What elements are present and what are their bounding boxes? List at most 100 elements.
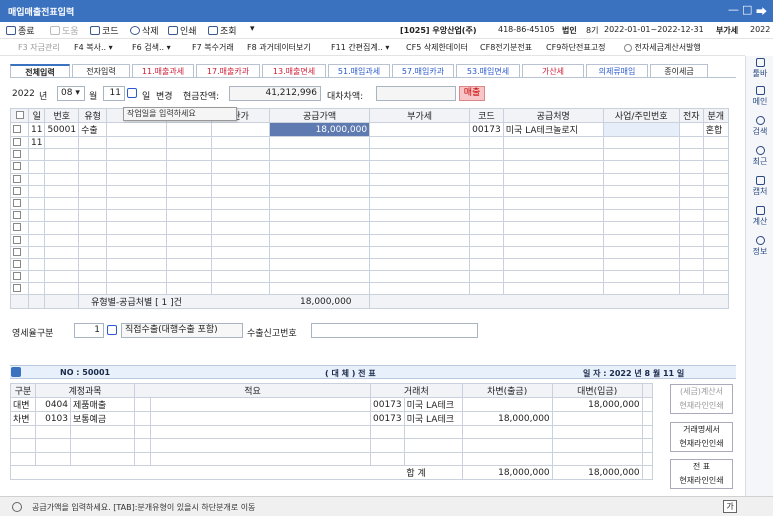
help-button[interactable]: 도움 xyxy=(50,24,79,37)
zero-rate-code-input[interactable]: 1 xyxy=(74,323,104,338)
sidebar-toolbar[interactable]: 툴바 xyxy=(746,58,773,79)
table-row[interactable] xyxy=(10,282,729,296)
fkey-prev-voucher[interactable]: CF8전기분전표 xyxy=(480,42,532,53)
table-row[interactable] xyxy=(10,424,653,440)
tab-sales-taxable[interactable]: 11.매출과세 xyxy=(132,64,194,78)
calculator-icon xyxy=(755,206,765,215)
tab-purchase-exempt[interactable]: 53.매입면세 xyxy=(456,64,520,78)
home-icon xyxy=(755,86,765,95)
table-row[interactable] xyxy=(10,221,729,235)
table-row[interactable] xyxy=(10,270,729,284)
input-mode-indicator[interactable]: 가 xyxy=(723,500,737,513)
table-row[interactable]: 11 50001 수출 18,000,000 00173 미국 LA테크놀로지 … xyxy=(10,122,729,137)
fkey-quick-sum[interactable]: F11 간편집계.. ▾ xyxy=(331,42,389,53)
sidebar-calculator[interactable]: 계산 xyxy=(746,206,773,227)
sidebar-search[interactable]: 검색 xyxy=(746,116,773,137)
code-button[interactable]: 코드 xyxy=(90,24,119,37)
company-name: [1025] 우앙산업(주) xyxy=(400,26,477,35)
fkey-search[interactable]: F6 검색.. ▾ xyxy=(132,42,171,53)
business-number: 418-86-45105 xyxy=(498,25,555,34)
sidebar-info[interactable]: 정보 xyxy=(746,236,773,257)
tab-deemed-purchase[interactable]: 의제류매입 xyxy=(586,64,648,78)
col-memo: 적요 xyxy=(134,383,371,398)
balance-diff-label: 대차차액: xyxy=(327,92,364,102)
status-bar: 공급가액을 입력하세요. [TAB]:분개유형이 있을시 하단분개로 이동 가 xyxy=(0,496,773,516)
day-input[interactable]: 11 xyxy=(103,86,125,101)
print-button[interactable]: 인쇄 xyxy=(168,24,197,37)
col-debit: 차변(출금) xyxy=(461,383,553,398)
fkey-copy[interactable]: F4 복사.. ▾ xyxy=(74,42,113,53)
fiscal-year: 2022 xyxy=(750,25,771,34)
maximize-button[interactable]: □ xyxy=(742,3,752,16)
col-vat: 부가세 xyxy=(369,108,471,123)
export-no-input[interactable] xyxy=(311,323,478,338)
exit-button[interactable]: 종료 xyxy=(6,24,35,37)
sales-mode-button[interactable]: 매출 xyxy=(459,86,485,101)
table-row[interactable] xyxy=(10,196,729,211)
sidebar-capture[interactable]: 캡처 xyxy=(746,176,773,197)
entry-grid: 일 번호 유형 품목 수량 단가 공급가액 부가세 코드 공급처명 사업/주민번… xyxy=(10,108,729,310)
tax-invoice-print-button[interactable]: (세금)계산서 현재라인인쇄 xyxy=(670,384,733,414)
chevron-down-icon: ▾ xyxy=(75,88,80,98)
table-row[interactable] xyxy=(10,233,729,247)
fkey-e-tax-invoice[interactable]: 전자세금계산서발행 xyxy=(624,42,701,53)
tab-purchase-taxable[interactable]: 51.매입과세 xyxy=(328,64,390,78)
month-select[interactable]: 08 ▾ xyxy=(57,86,85,101)
delete-button[interactable]: 삭제 xyxy=(130,24,159,37)
table-row[interactable] xyxy=(10,172,729,186)
col-account: 계정과목 xyxy=(35,383,135,398)
year-label: 년 xyxy=(39,92,48,102)
message-icon xyxy=(12,502,22,512)
table-row[interactable] xyxy=(10,257,729,272)
row-checkbox[interactable] xyxy=(10,135,29,150)
select-all-checkbox[interactable] xyxy=(10,108,29,123)
calendar-icon[interactable] xyxy=(127,88,137,98)
tab-all-input[interactable]: 전체입력 xyxy=(10,64,70,78)
col-journal: 분개 xyxy=(702,108,729,123)
table-row[interactable]: 차변 0103 보통예금 00173 미국 LA테크 18,000,000 xyxy=(10,411,653,426)
tab-sales-card[interactable]: 17.매출카과 xyxy=(196,64,260,78)
tab-penalty-tax[interactable]: 가산세 xyxy=(522,64,584,78)
fkey-deleted-data[interactable]: CF5 삭제한데이터 xyxy=(406,42,468,53)
table-row[interactable] xyxy=(10,451,653,467)
menu-icon xyxy=(755,58,765,67)
row-checkbox[interactable] xyxy=(10,122,29,137)
cash-balance-value: 41,212,996 xyxy=(229,86,321,101)
voucher-print-button[interactable]: 전 표 현재라인인쇄 xyxy=(670,459,733,489)
expand-icon[interactable] xyxy=(11,367,21,377)
fkey-fund-mgmt[interactable]: F3 자금관리 xyxy=(18,42,60,53)
supply-amount-cell[interactable]: 18,000,000 xyxy=(269,122,371,137)
statement-print-button[interactable]: 거래명세서 현재라인인쇄 xyxy=(670,422,733,452)
table-row[interactable]: 대변 0404 제품매출 00173 미국 LA테크 18,000,000 xyxy=(10,397,653,412)
table-row[interactable] xyxy=(10,245,729,259)
camera-icon xyxy=(755,176,765,185)
table-row[interactable] xyxy=(10,438,653,453)
table-row[interactable]: 11 xyxy=(10,135,729,150)
fkey-multi-trade[interactable]: F7 복수거래 xyxy=(192,42,234,53)
grid-header-row: 일 번호 유형 품목 수량 단가 공급가액 부가세 코드 공급처명 사업/주민번… xyxy=(10,108,729,123)
tab-paper-tax[interactable]: 종이세금 xyxy=(650,64,708,78)
col-partner: 거래처 xyxy=(370,383,463,398)
tab-purchase-card[interactable]: 57.매입카과 xyxy=(392,64,454,78)
search-button[interactable]: 조회 xyxy=(208,24,237,37)
table-row[interactable] xyxy=(10,184,729,198)
close-button[interactable]: ⮕ xyxy=(756,3,767,19)
col-electronic: 전자 xyxy=(678,108,704,123)
more-dropdown[interactable]: ▾ xyxy=(250,24,255,34)
col-business-id: 사업/주민번호 xyxy=(602,108,680,123)
sidebar-main[interactable]: 메인 xyxy=(746,86,773,107)
table-row[interactable] xyxy=(10,148,729,162)
tab-electronic-input[interactable]: 전자입력 xyxy=(72,64,130,78)
fiscal-period-number: 8기 xyxy=(586,26,599,35)
sidebar-recent[interactable]: 최근 xyxy=(746,146,773,167)
code-help-icon[interactable] xyxy=(107,325,117,335)
cash-balance-label: 현금잔액: xyxy=(183,92,220,102)
table-row[interactable] xyxy=(10,209,729,223)
col-number: 번호 xyxy=(44,108,80,123)
tab-sales-exempt[interactable]: 13.매출면세 xyxy=(262,64,326,78)
minimize-button[interactable]: — xyxy=(728,3,739,16)
fkey-past-data[interactable]: F8 과거데이터보기 xyxy=(247,42,311,53)
total-label: 합 계 xyxy=(370,465,463,481)
table-row[interactable] xyxy=(10,160,729,174)
fkey-pin-voucher[interactable]: CF9하단전표고정 xyxy=(546,42,605,53)
